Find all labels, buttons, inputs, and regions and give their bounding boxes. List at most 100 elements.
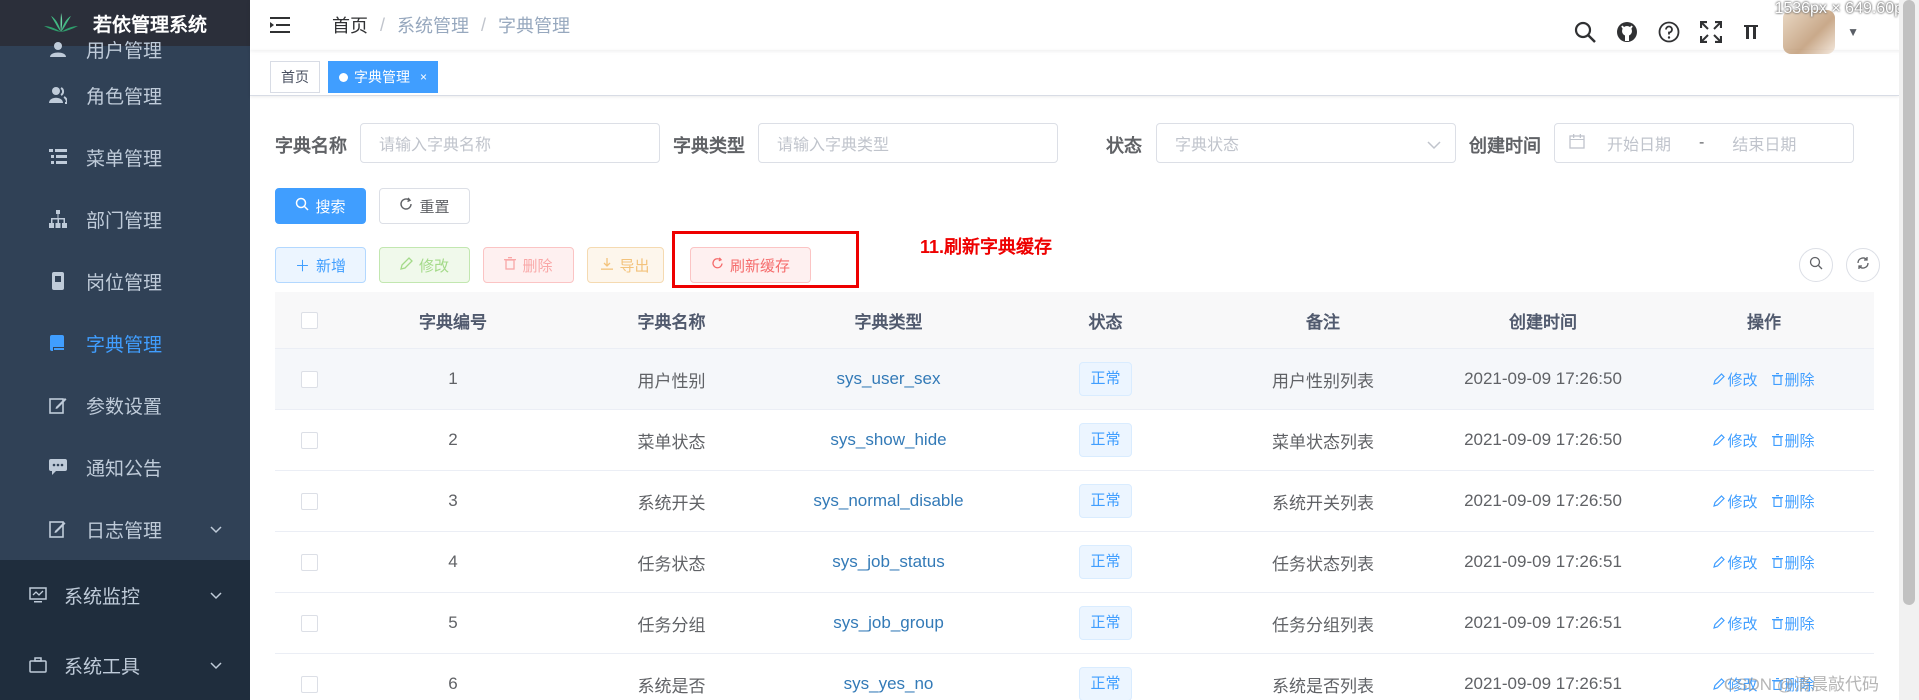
operations-cell: 修改 删除 <box>1654 369 1874 390</box>
sidebar-item-config[interactable]: 参数设置 <box>0 374 250 436</box>
create-time-label: 创建时间 <box>1469 136 1541 156</box>
close-icon[interactable]: × <box>420 70 427 84</box>
edit-button[interactable]: 修改 <box>379 247 470 283</box>
row-delete-label: 删除 <box>1784 493 1815 511</box>
breadcrumb: 首页 / 系统管理 / 字典管理 <box>332 12 570 38</box>
create-time-cell: 2021-09-09 17:26:50 <box>1464 430 1622 449</box>
github-icon[interactable] <box>1615 20 1639 44</box>
header-checkbox-cell <box>275 311 343 329</box>
row-delete-button[interactable]: 删除 <box>1771 613 1815 634</box>
sidebar-item-post[interactable]: 岗位管理 <box>0 250 250 312</box>
row-checkbox[interactable] <box>300 492 318 510</box>
user-icon <box>48 39 68 59</box>
search-icon[interactable] <box>1573 20 1597 44</box>
tag-label: 首页 <box>281 69 309 85</box>
caret-down-icon[interactable]: ▼ <box>1847 25 1859 39</box>
add-button[interactable]: ＋ 新增 <box>275 247 366 283</box>
reset-button[interactable]: 重置 <box>379 188 470 224</box>
dict-type-link[interactable]: sys_show_hide <box>830 430 946 449</box>
table-body: 1 用户性别 sys_user_sex 正常 用户性别列表 2021-09-09… <box>275 349 1874 700</box>
sidebar-section-tool[interactable]: 系统工具 <box>0 630 250 700</box>
question-icon[interactable] <box>1657 20 1681 44</box>
row-checkbox[interactable] <box>300 675 318 693</box>
table-row[interactable]: 1 用户性别 sys_user_sex 正常 用户性别列表 2021-09-09… <box>275 349 1874 410</box>
breadcrumb-home[interactable]: 首页 <box>332 12 368 38</box>
row-edit-button[interactable]: 修改 <box>1713 491 1758 512</box>
dict-id-cell: 6 <box>448 674 458 693</box>
hamburger-icon[interactable] <box>270 15 310 35</box>
toggle-search-button[interactable] <box>1799 248 1833 282</box>
row-delete-label: 删除 <box>1784 615 1815 633</box>
row-edit-button[interactable]: 修改 <box>1713 552 1758 573</box>
dict-type-cell: sys_show_hide <box>780 430 997 450</box>
search-icon <box>295 197 310 215</box>
row-delete-button[interactable]: 删除 <box>1771 430 1815 451</box>
fullscreen-icon[interactable] <box>1699 20 1723 44</box>
scrollbar-thumb[interactable] <box>1903 0 1915 605</box>
date-range-picker[interactable]: 开始日期 - 结束日期 <box>1554 123 1854 163</box>
sidebar-section-monitor[interactable]: 系统监控 <box>0 560 250 630</box>
row-edit-label: 修改 <box>1727 493 1758 511</box>
table-row[interactable]: 6 系统是否 sys_yes_no 正常 系统是否列表 2021-09-09 1… <box>275 654 1874 700</box>
row-edit-button[interactable]: 修改 <box>1713 369 1758 390</box>
sidebar-item-dept[interactable]: 部门管理 <box>0 188 250 250</box>
row-delete-button[interactable]: 删除 <box>1771 369 1815 390</box>
select-all-checkbox[interactable] <box>300 311 318 329</box>
tag-home[interactable]: 首页 <box>270 61 320 93</box>
dict-type-link[interactable]: sys_job_status <box>832 552 944 571</box>
dict-type-cell: sys_job_group <box>780 613 997 633</box>
delete-button[interactable]: 删除 <box>483 247 574 283</box>
export-button[interactable]: 导出 <box>587 247 664 283</box>
row-edit-button[interactable]: 修改 <box>1713 430 1758 451</box>
scrollbar[interactable] <box>1899 0 1919 700</box>
table-row[interactable]: 4 任务状态 sys_job_status 正常 任务状态列表 2021-09-… <box>275 532 1874 593</box>
table-row[interactable]: 5 任务分组 sys_job_group 正常 任务分组列表 2021-09-0… <box>275 593 1874 654</box>
refresh-icon <box>1856 256 1870 275</box>
sidebar-item-user[interactable]: 用户管理 <box>0 34 250 64</box>
sidebar-item-notice[interactable]: 通知公告 <box>0 436 250 498</box>
sidebar-item-menu[interactable]: 菜单管理 <box>0 126 250 188</box>
dict-type-link[interactable]: sys_user_sex <box>837 369 941 388</box>
tag-dict[interactable]: 字典管理 × <box>328 61 439 93</box>
delete-icon <box>1771 556 1783 568</box>
sidebar-item-log[interactable]: 日志管理 <box>0 498 250 560</box>
status-cell: 正常 <box>997 545 1214 579</box>
log-icon <box>48 519 68 539</box>
peoples-icon <box>48 85 68 105</box>
button-label: 重置 <box>419 198 450 216</box>
breadcrumb-current: 字典管理 <box>498 16 571 36</box>
annotation-label: 11.刷新字典缓存 <box>920 237 1053 257</box>
tool-icon <box>28 655 48 675</box>
table-row[interactable]: 3 系统开关 sys_normal_disable 正常 系统开关列表 2021… <box>275 471 1874 532</box>
table-row[interactable]: 2 菜单状态 sys_show_hide 正常 菜单状态列表 2021-09-0… <box>275 410 1874 471</box>
header-cell: 字典类型 <box>854 312 923 332</box>
header-cell: 创建时间 <box>1509 312 1577 332</box>
search-button[interactable]: 搜索 <box>275 188 366 224</box>
post-icon <box>48 271 68 291</box>
download-icon <box>601 257 614 274</box>
row-delete-button[interactable]: 删除 <box>1771 552 1815 573</box>
size-icon[interactable] <box>1741 20 1765 44</box>
sidebar-item-role[interactable]: 角色管理 <box>0 64 250 126</box>
input-placeholder: 请输入字典类型 <box>777 137 890 154</box>
sidebar-item-dict[interactable]: 字典管理 <box>0 312 250 374</box>
row-checkbox[interactable] <box>300 614 318 632</box>
row-checkbox[interactable] <box>300 553 318 571</box>
row-delete-button[interactable]: 删除 <box>1771 491 1815 512</box>
header-cell: 字典名称 <box>637 312 706 332</box>
dict-type-input[interactable]: 请输入字典类型 <box>758 123 1058 163</box>
dict-type-link[interactable]: sys_job_group <box>833 613 944 632</box>
status-select[interactable]: 字典状态 <box>1156 123 1456 163</box>
dict-name-input[interactable]: 请输入字典名称 <box>360 123 660 163</box>
operations-cell: 修改 删除 <box>1654 552 1874 573</box>
row-checkbox[interactable] <box>300 370 318 388</box>
dict-type-link[interactable]: sys_normal_disable <box>813 491 963 510</box>
refresh-table-button[interactable] <box>1846 248 1880 282</box>
row-checkbox[interactable] <box>300 431 318 449</box>
operations-cell: 修改 删除 <box>1654 613 1874 634</box>
status-cell: 正常 <box>997 606 1214 640</box>
dict-type-link[interactable]: sys_yes_no <box>844 674 934 693</box>
row-edit-button[interactable]: 修改 <box>1713 613 1758 634</box>
edit-icon <box>1713 617 1726 629</box>
dimension-overlay: 1536px × 649.60px <box>1774 0 1911 17</box>
